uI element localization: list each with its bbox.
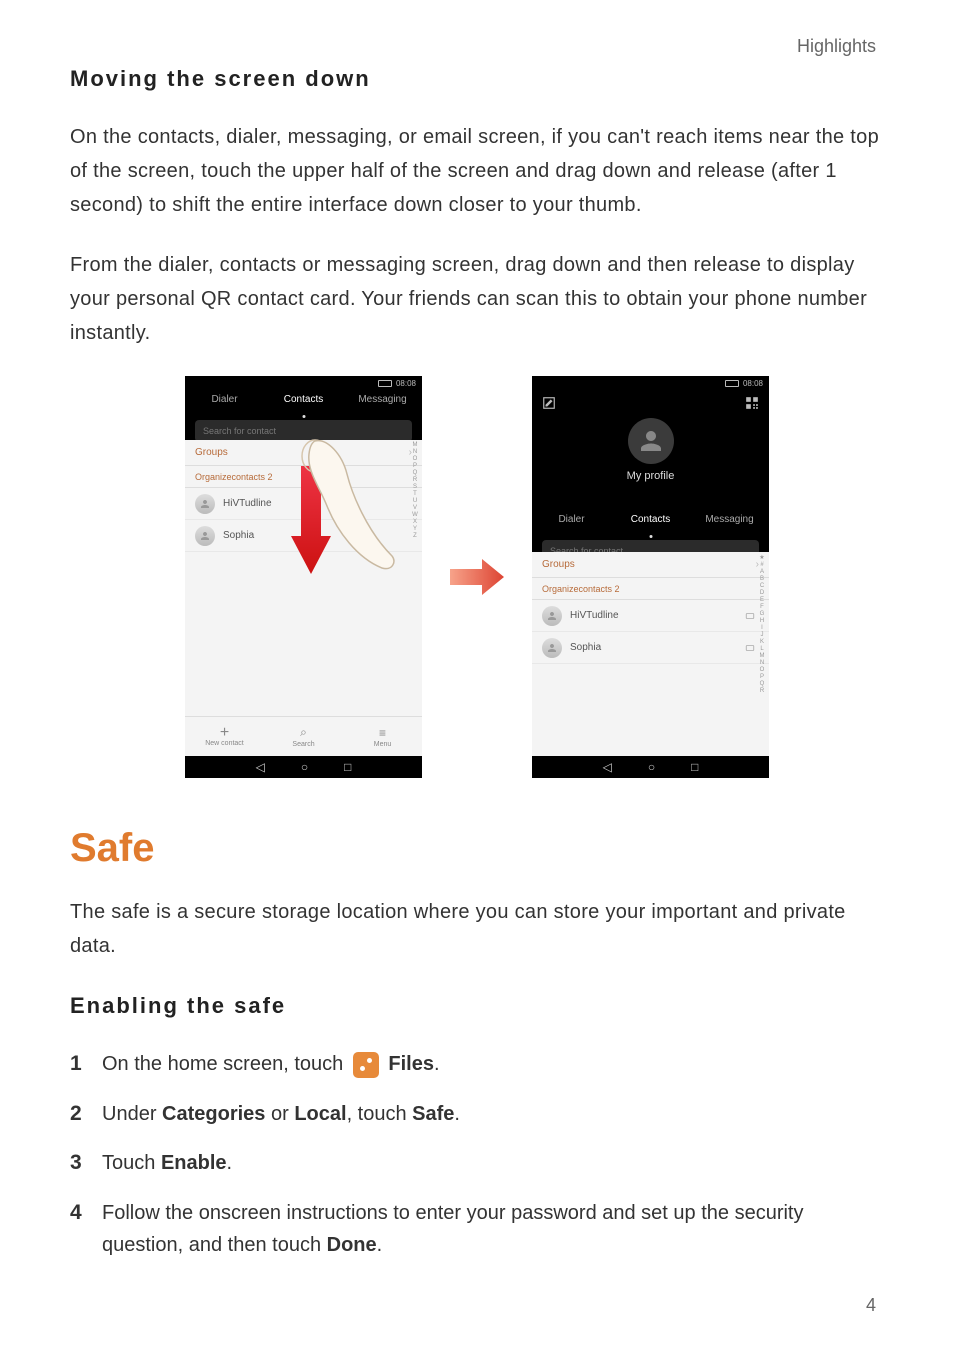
step-number: 3 — [70, 1146, 88, 1180]
body-paragraph-2: From the dialer, contacts or messaging s… — [70, 248, 884, 350]
step-3: 3 Touch Enable. — [70, 1146, 884, 1180]
recent-icon[interactable]: □ — [691, 760, 698, 774]
tab-dialer[interactable]: Dialer — [532, 510, 611, 536]
android-nav-bar: ◁ ○ □ — [532, 756, 769, 778]
back-icon[interactable]: ◁ — [256, 760, 265, 774]
section-title-enabling-safe: Enabling the safe — [70, 993, 884, 1019]
avatar-icon — [628, 418, 674, 464]
status-bar: 08:08 — [185, 376, 422, 390]
tab-dialer[interactable]: Dialer — [185, 390, 264, 416]
files-app-icon — [353, 1052, 379, 1078]
body-paragraph-1: On the contacts, dialer, messaging, or e… — [70, 120, 884, 222]
page-number: 4 — [866, 1295, 876, 1316]
top-tabs: Dialer Contacts Messaging — [185, 390, 422, 416]
contact-name: Sophia — [570, 642, 601, 653]
tab-messaging[interactable]: Messaging — [690, 510, 769, 536]
contact-row-2[interactable]: Sophia — [185, 520, 422, 552]
card-icon — [745, 643, 755, 653]
recent-icon[interactable]: □ — [344, 760, 351, 774]
step-number: 4 — [70, 1196, 88, 1230]
running-header: Highlights — [797, 36, 876, 57]
step-text: Touch Enable. — [102, 1147, 884, 1179]
status-bar: 08:08 — [532, 376, 769, 390]
step-2: 2 Under Categories or Local, touch Safe. — [70, 1097, 884, 1131]
contacts-panel: Groups › Organizecontacts 2 HiVTudline S… — [532, 552, 769, 756]
battery-icon — [378, 380, 392, 387]
status-time: 08:08 — [396, 379, 416, 388]
bottom-action-bar: +New contact ⌕Search ≡Menu — [185, 716, 422, 756]
groups-row[interactable]: Groups › — [185, 440, 422, 466]
org-header: Organizecontacts 2 — [185, 466, 422, 488]
contact-row-1[interactable]: HiVTudline — [185, 488, 422, 520]
heading-safe: Safe — [70, 826, 884, 871]
section-title-moving-screen-down: Moving the screen down — [70, 66, 884, 92]
illustration-row: 08:08 Dialer Contacts Messaging Search f… — [70, 376, 884, 778]
contact-name: HiVTudline — [570, 610, 619, 621]
card-icon — [745, 611, 755, 621]
back-icon[interactable]: ◁ — [603, 760, 612, 774]
steps-list: 1 On the home screen, touch Files. 2 Und… — [70, 1047, 884, 1261]
step-text: On the home screen, touch Files. — [102, 1048, 884, 1080]
step-number: 2 — [70, 1097, 88, 1131]
edit-icon[interactable] — [542, 396, 556, 410]
qr-icon[interactable] — [745, 396, 759, 410]
step-text: Follow the onscreen instructions to ente… — [102, 1197, 884, 1261]
top-tabs: Dialer Contacts Messaging — [532, 510, 769, 536]
profile-label: My profile — [627, 470, 675, 482]
tab-contacts[interactable]: Contacts — [611, 510, 690, 536]
avatar-icon — [542, 606, 562, 626]
new-contact-button[interactable]: +New contact — [185, 717, 264, 756]
groups-label: Groups — [195, 447, 228, 458]
contacts-panel: Groups › Organizecontacts 2 HiVTudline S… — [185, 440, 422, 756]
org-header: Organizecontacts 2 — [532, 578, 769, 600]
search-input[interactable]: Search for contact — [195, 420, 412, 442]
menu-button[interactable]: ≡Menu — [343, 717, 422, 756]
safe-intro-paragraph: The safe is a secure storage location wh… — [70, 895, 884, 963]
step-4: 4 Follow the onscreen instructions to en… — [70, 1196, 884, 1261]
phone-screenshot-before: 08:08 Dialer Contacts Messaging Search f… — [185, 376, 422, 778]
android-nav-bar: ◁ ○ □ — [185, 756, 422, 778]
step-number: 1 — [70, 1047, 88, 1081]
status-time: 08:08 — [743, 379, 763, 388]
contact-name: Sophia — [223, 530, 254, 541]
contact-row-1[interactable]: HiVTudline — [532, 600, 769, 632]
tab-messaging[interactable]: Messaging — [343, 390, 422, 416]
transition-arrow-icon — [450, 557, 504, 597]
home-icon[interactable]: ○ — [648, 760, 655, 774]
alphabet-index[interactable]: ★#ABCDEFGHIJKLMNOPQR — [757, 554, 767, 716]
step-text: Under Categories or Local, touch Safe. — [102, 1098, 884, 1130]
contact-name: HiVTudline — [223, 498, 272, 509]
battery-icon — [725, 380, 739, 387]
profile-card: My profile — [532, 390, 769, 510]
home-icon[interactable]: ○ — [301, 760, 308, 774]
step-1: 1 On the home screen, touch Files. — [70, 1047, 884, 1081]
tab-contacts[interactable]: Contacts — [264, 390, 343, 416]
groups-row[interactable]: Groups › — [532, 552, 769, 578]
contact-row-2[interactable]: Sophia — [532, 632, 769, 664]
avatar-icon — [195, 526, 215, 546]
avatar-icon — [542, 638, 562, 658]
avatar-icon — [195, 494, 215, 514]
search-button[interactable]: ⌕Search — [264, 717, 343, 756]
groups-label: Groups — [542, 559, 575, 570]
alphabet-index-short[interactable]: MNOPQRSTUVWXYZ — [410, 442, 420, 716]
phone-screenshot-after: 08:08 My profile Dialer Contacts Messagi… — [532, 376, 769, 778]
